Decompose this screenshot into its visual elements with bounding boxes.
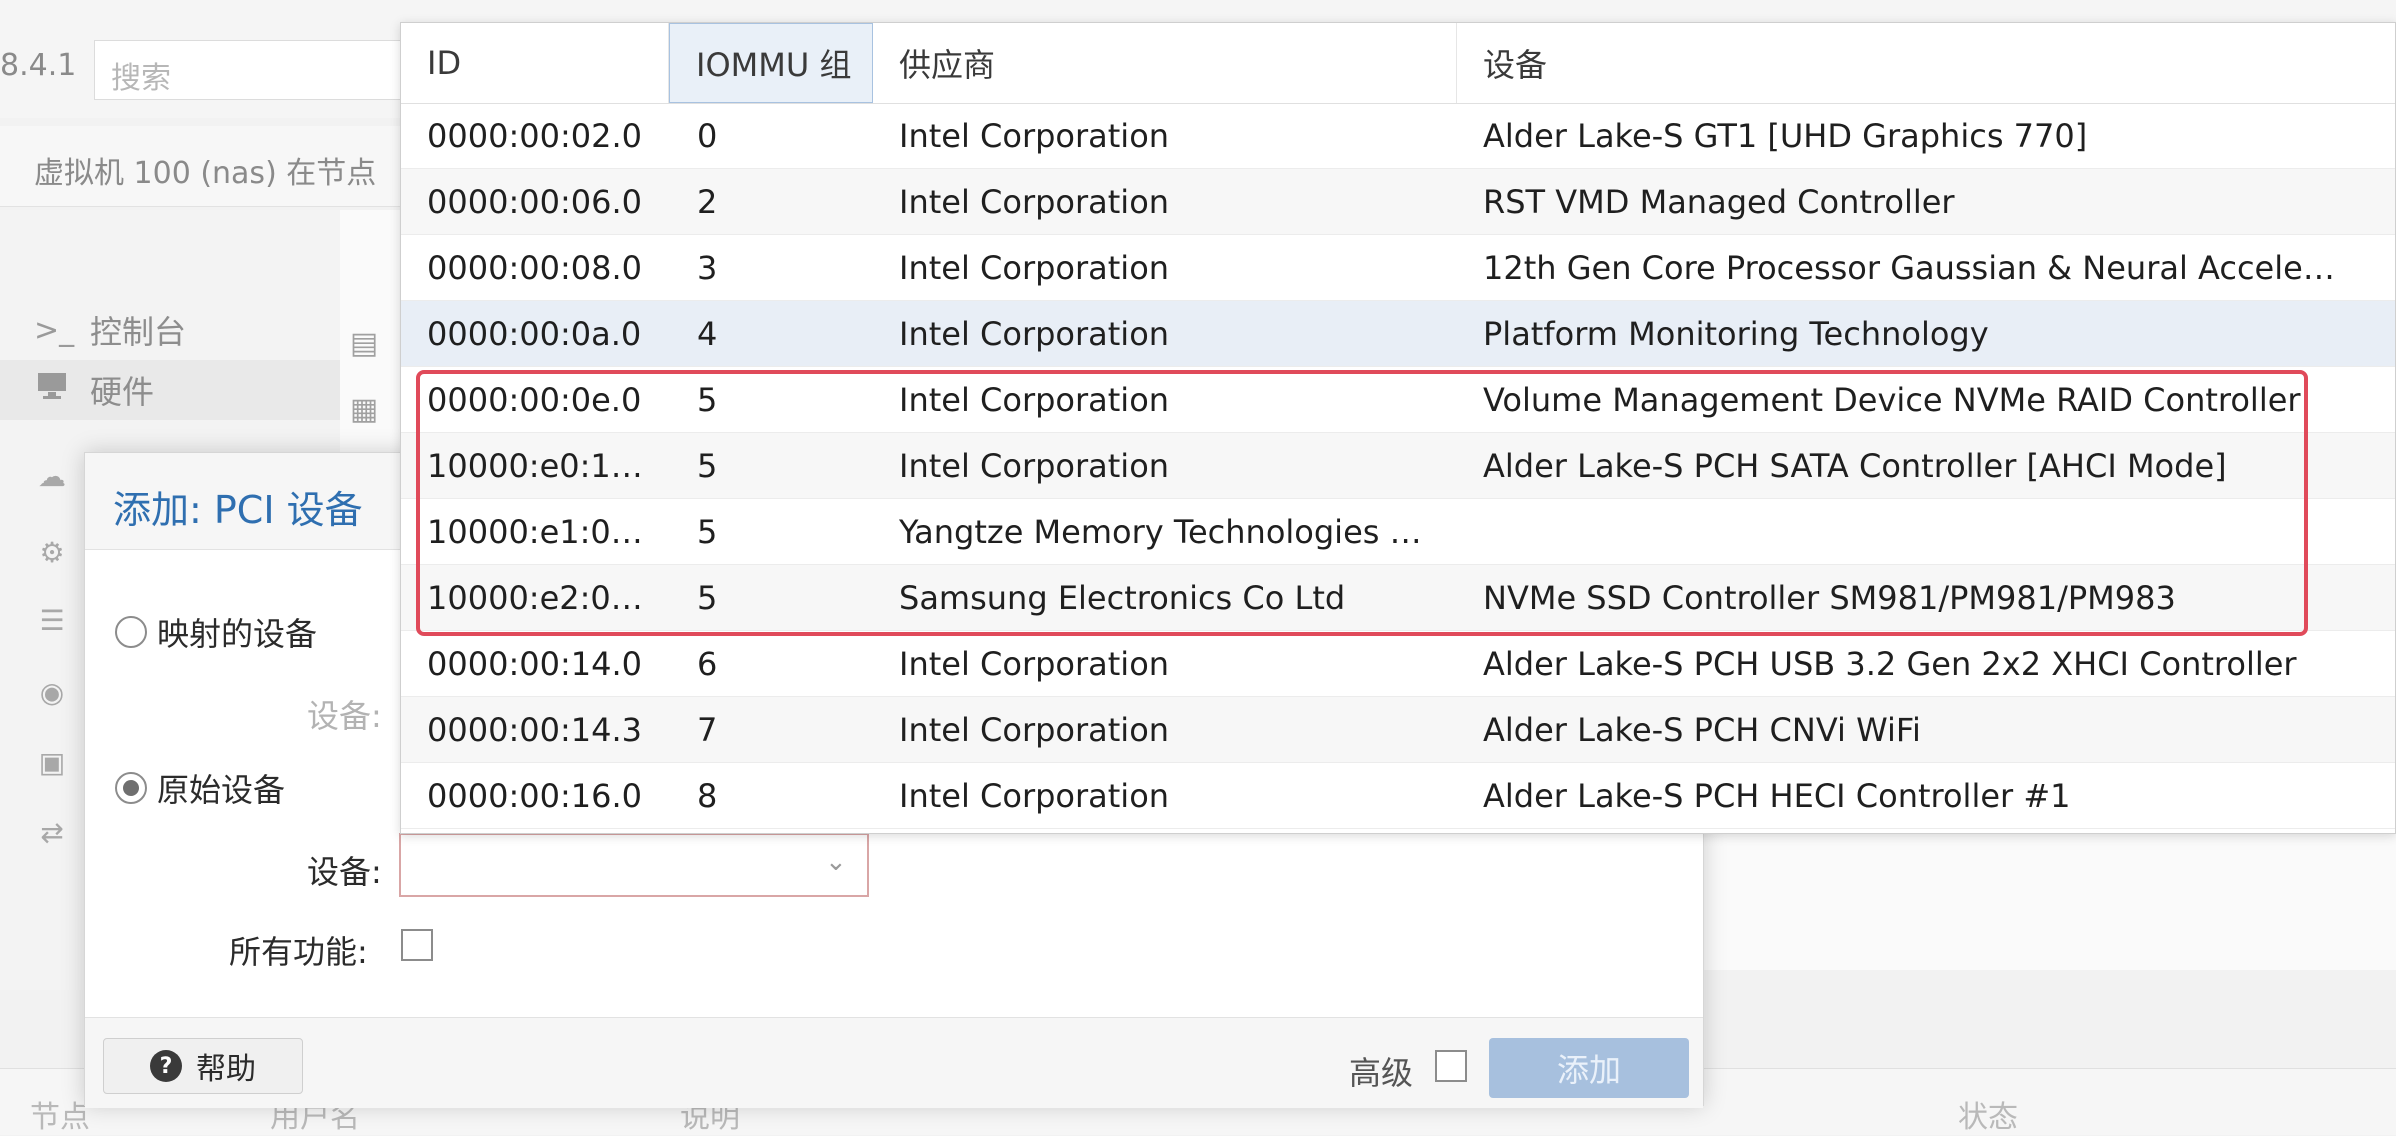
advanced-checkbox-wrap[interactable]: [1435, 1050, 1467, 1082]
radio-button[interactable]: [115, 616, 147, 648]
table-row[interactable]: 0000:00:14.0 6 Intel Corporation Alder Lake…: [401, 631, 2395, 697]
chevron-down-icon[interactable]: ⌄: [825, 847, 855, 877]
cell-id: 0000:00:14.0: [427, 645, 642, 683]
table-row[interactable]: 0000:00:0a.0 4 Intel Corporation Platform M…: [401, 301, 2395, 367]
cell-device: Alder Lake-S PCH USB 3.2 Gen 2x2 XHCI Co…: [1483, 645, 2297, 683]
monitor-icon: [34, 371, 70, 409]
nav-item-label: 硬件: [90, 373, 155, 411]
col-iommu[interactable]: IOMMU 组: [669, 23, 873, 103]
highlight-annotation: [416, 370, 2308, 636]
save-icon[interactable]: ▣: [34, 746, 70, 782]
cell-iommu: 2: [697, 183, 718, 221]
col-device[interactable]: 设备: [1457, 23, 2396, 103]
cell-iommu: 4: [697, 315, 718, 353]
cell-vendor: Intel Corporation: [899, 117, 1170, 155]
col-vendor[interactable]: 供应商: [873, 23, 1457, 103]
nav-item-label: 控制台: [90, 313, 187, 351]
advanced-label: 高级: [1349, 1054, 1414, 1092]
mapped-device-label: 设备:: [307, 697, 382, 735]
cell-device: Alder Lake-S PCH CNVi WiFi: [1483, 711, 1921, 749]
col-status[interactable]: 状态: [1958, 1092, 2018, 1136]
replication-icon[interactable]: ⇄: [34, 816, 70, 852]
cell-id: 0000:00:02.0: [427, 117, 642, 155]
all-functions-checkbox-wrap[interactable]: [401, 929, 433, 961]
list-icon[interactable]: ☰: [34, 604, 70, 640]
help-icon: ?: [150, 1050, 182, 1082]
table-row[interactable]: 0000:00:02.0 0 Intel Corporation Alder Lake…: [401, 103, 2395, 169]
table-row[interactable]: 0000:00:08.0 3 Intel Corporation 12th Gen C…: [401, 235, 2395, 301]
help-button[interactable]: ? 帮助: [103, 1038, 303, 1094]
radio-button[interactable]: [115, 772, 147, 804]
mapped-device-radio[interactable]: 映射的设备: [115, 609, 317, 655]
vm-title: 虚拟机 100 (nas) 在节点: [34, 156, 377, 191]
col-node[interactable]: 节点: [30, 1092, 90, 1136]
cell-vendor: Intel Corporation: [899, 645, 1170, 683]
all-functions-label: 所有功能:: [229, 933, 368, 971]
cell-vendor: Intel Corporation: [899, 315, 1170, 353]
cell-device: RST VMD Managed Controller: [1483, 183, 1955, 221]
cell-iommu: 8: [697, 777, 718, 815]
cell-iommu: 6: [697, 645, 718, 683]
cell-iommu: 0: [697, 117, 718, 155]
cell-iommu: 3: [697, 249, 718, 287]
device-label: 设备:: [307, 853, 382, 891]
nav-item-hardware[interactable]: 硬件: [0, 360, 340, 420]
search-input[interactable]: 搜索: [94, 40, 414, 100]
add-button[interactable]: 添加: [1489, 1038, 1689, 1098]
radio-label: 映射的设备: [157, 615, 318, 653]
cell-id: 0000:00:0a.0: [427, 315, 642, 353]
device-select[interactable]: ⌄: [399, 833, 869, 897]
table-row[interactable]: 0000:00:16.0 8 Intel Corporation Alder Lake…: [401, 763, 2395, 829]
cell-vendor: Intel Corporation: [899, 249, 1170, 287]
raw-device-radio[interactable]: 原始设备: [115, 765, 285, 811]
cell-device: Alder Lake-S PCH HECI Controller #1: [1483, 777, 2071, 815]
terminal-icon: >_: [34, 312, 75, 348]
cloud-icon[interactable]: ☁: [34, 460, 70, 496]
nav-item-console[interactable]: >_ 控制台: [34, 300, 186, 360]
help-label: 帮助: [196, 1052, 256, 1087]
version-label: 8.4.1: [0, 48, 77, 83]
all-functions-checkbox[interactable]: [401, 929, 433, 961]
cell-iommu: 7: [697, 711, 718, 749]
cell-device: Alder Lake-S GT1 [UHD Graphics 770]: [1483, 117, 2088, 155]
cell-device: 12th Gen Core Processor Gaussian & Neura…: [1483, 249, 2335, 287]
memory-icon: ▤: [349, 326, 379, 361]
radio-label: 原始设备: [157, 771, 286, 809]
col-id[interactable]: ID: [401, 23, 669, 103]
advanced-checkbox[interactable]: [1435, 1050, 1467, 1082]
cell-vendor: Intel Corporation: [899, 777, 1170, 815]
cell-id: 0000:00:14.3: [427, 711, 642, 749]
cell-id: 0000:00:06.0: [427, 183, 642, 221]
cell-vendor: Intel Corporation: [899, 183, 1170, 221]
eye-icon[interactable]: ◉: [34, 676, 70, 712]
cpu-icon: ▦: [349, 392, 379, 427]
dialog-footer: ? 帮助 高级 添加: [85, 1017, 1703, 1108]
grid-header: ID IOMMU 组 供应商 设备: [401, 23, 2395, 104]
table-row[interactable]: 0000:00:14.3 7 Intel Corporation Alder Lake…: [401, 697, 2395, 763]
cell-device: Platform Monitoring Technology: [1483, 315, 1989, 353]
gear-icon[interactable]: ⚙: [34, 536, 70, 572]
cell-id: 0000:00:16.0: [427, 777, 642, 815]
cell-id: 0000:00:08.0: [427, 249, 642, 287]
table-row[interactable]: 0000:00:06.0 2 Intel Corporation RST VMD Ma…: [401, 169, 2395, 235]
dialog-title: 添加: PCI 设备: [113, 488, 363, 532]
cell-vendor: Intel Corporation: [899, 711, 1170, 749]
